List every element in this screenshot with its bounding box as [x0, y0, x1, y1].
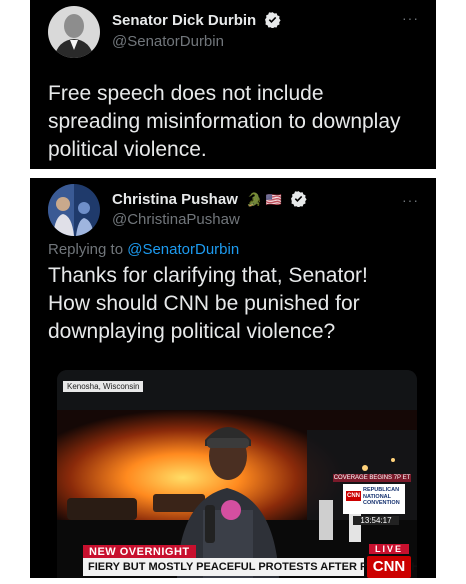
- convention-text-line: CONVENTION: [363, 500, 400, 506]
- author-name-text: Christina Pushaw: [112, 191, 238, 208]
- tweet-text: Thanks for clarifying that, Senator! How…: [48, 262, 428, 346]
- convention-graphic: CNN REPUBLICAN NATIONAL CONVENTION: [343, 484, 405, 514]
- tweet-text-line: political violence.: [48, 138, 207, 161]
- author-handle[interactable]: @ChristinaPushaw: [112, 211, 240, 228]
- headline-chyron: FIERY BUT MOSTLY PEACEFUL PROTESTS AFTER…: [83, 558, 417, 576]
- verified-badge-icon: [290, 190, 307, 211]
- replying-to-prefix: Replying to: [48, 241, 128, 258]
- tweet-card-pushaw[interactable]: Christina Pushaw 🐊 🇺🇸 @ChristinaPushaw ·…: [30, 178, 436, 578]
- location-label: Kenosha, Wisconsin: [63, 381, 144, 392]
- more-options-icon[interactable]: ···: [402, 10, 419, 26]
- avatar-durbin[interactable]: [48, 6, 100, 58]
- author-name-text: Senator Dick Durbin: [112, 12, 257, 29]
- replying-to: Replying to @SenatorDurbin: [48, 241, 239, 258]
- tweet-text-line: Thanks for clarifying that, Senator!: [48, 264, 368, 287]
- name-emojis: 🐊 🇺🇸: [246, 192, 283, 207]
- broadcast-time: 13:54:17: [353, 516, 399, 525]
- cnn-small-logo: CNN: [346, 491, 361, 501]
- tweet-text-line: Free speech does not include: [48, 82, 324, 105]
- mention-link[interactable]: @SenatorDurbin: [127, 241, 239, 258]
- headline-tag: NEW OVERNIGHT: [83, 545, 196, 559]
- author-handle[interactable]: @SenatorDurbin: [112, 33, 224, 50]
- tweet-text: Free speech does not include spreading m…: [48, 80, 428, 164]
- cnn-logo: CNN: [367, 556, 411, 578]
- author-name[interactable]: Christina Pushaw 🐊 🇺🇸: [112, 190, 307, 211]
- author-name[interactable]: Senator Dick Durbin: [112, 11, 281, 32]
- convention-text: REPUBLICAN NATIONAL CONVENTION: [363, 487, 405, 507]
- coverage-banner: COVERAGE BEGINS 7P ET: [333, 474, 411, 482]
- tweet-card-durbin[interactable]: Senator Dick Durbin @SenatorDurbin ··· F…: [30, 0, 436, 169]
- media-video-thumbnail[interactable]: Kenosha, Wisconsin COVERAGE BEGINS 7P ET…: [57, 370, 417, 578]
- more-options-icon[interactable]: ···: [402, 192, 419, 208]
- verified-badge-icon: [264, 11, 281, 32]
- tweet-text-line: How should CNN be punished for: [48, 292, 360, 315]
- avatar-pushaw[interactable]: [48, 184, 100, 236]
- tweet-text-line: downplaying political violence?: [48, 320, 336, 343]
- tweet-text-line: spreading misinformation to downplay: [48, 110, 401, 133]
- convention-text-line: REPUBLICAN: [363, 487, 400, 493]
- live-badge: LIVE: [369, 544, 409, 554]
